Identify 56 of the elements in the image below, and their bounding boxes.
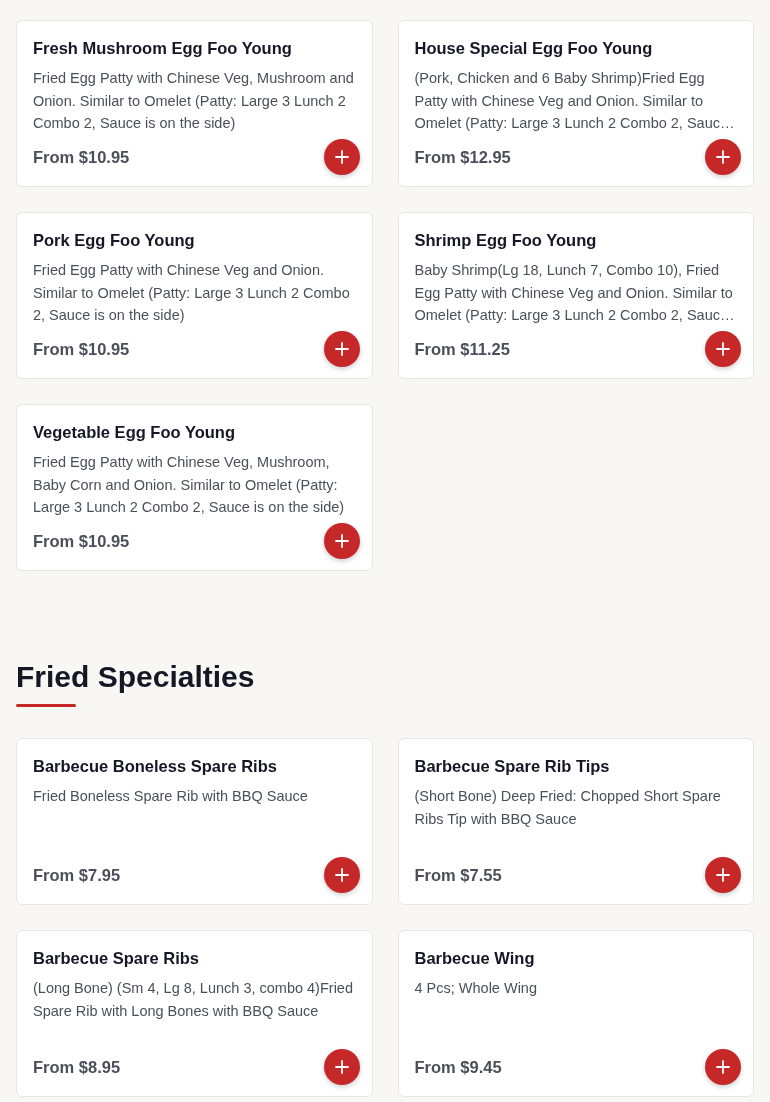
add-button[interactable] <box>705 139 741 175</box>
add-button[interactable] <box>323 523 360 559</box>
item-price: From $11.25 <box>414 339 510 359</box>
item-description: 4 Pcs; Whole Wing <box>414 979 538 998</box>
item-name: Barbecue Boneless Spare Ribs <box>33 756 278 777</box>
plus-icon <box>716 868 730 882</box>
add-button[interactable] <box>705 331 741 367</box>
menu-item-card[interactable]: Shrimp Egg Foo Young Baby Shrimp(Lg 18, Lunch 7, Combo 10), Fried Egg Patty with Chinese Veg and Onion. Similar to Omelet (Patty: Large 3 Lunch 2 Combo 2, Sauc… From $11.25 <box>397 212 754 379</box>
item-name: House Special Egg Foo Young <box>414 38 654 59</box>
plus-icon <box>716 1060 730 1074</box>
item-price: From $10.95 <box>33 147 130 167</box>
item-description: Fried Boneless Spare Rib with BBQ Sauce <box>33 787 309 806</box>
plus-icon <box>334 342 349 356</box>
heading-underline <box>16 704 76 707</box>
item-description: Baby Shrimp(Lg 18, Lunch 7, Combo 10), Fried Egg Patty with Chinese Veg and Onion. Similar to Omelet (Patty: Large 3 Lunch 2 Combo 2, Sauc… <box>414 261 736 325</box>
item-price: From $9.45 <box>414 1057 502 1077</box>
item-description: (Long Bone) (Sm 4, Lg 8, Lunch 3, combo 4)Fried Spare Rib with Long Bones with BBQ Sauce <box>33 979 354 1021</box>
item-name: Barbecue Spare Rib Tips <box>414 756 611 777</box>
plus-icon <box>334 150 349 164</box>
add-button[interactable] <box>323 1049 360 1085</box>
item-description: Fried Egg Patty with Chinese Veg and Onion. Similar to Omelet (Patty: Large 3 Lunch 2 Combo 2, Sauce is on the side) <box>33 261 351 325</box>
section-heading: Fried Specialties <box>16 659 256 695</box>
item-price: From $7.55 <box>414 865 502 885</box>
menu-item-card[interactable]: Pork Egg Foo Young Fried Egg Patty with Chinese Veg and Onion. Similar to Omelet (Patty: Large 3 Lunch 2 Combo 2, Sauce is on the side) From $10.95 <box>16 212 373 379</box>
item-description: Fried Egg Patty with Chinese Veg, Mushroom and Onion. Similar to Omelet (Patty: Large 3 Lunch 2 Combo 2, Sauce is on the side) <box>33 69 355 133</box>
menu-item-card[interactable]: Fresh Mushroom Egg Foo Young Fried Egg Patty with Chinese Veg, Mushroom and Onion. Similar to Omelet (Patty: Large 3 Lunch 2 Combo 2, Sauce is on the side) From $10.95 <box>16 20 373 187</box>
item-name: Fresh Mushroom Egg Foo Young <box>33 38 293 59</box>
item-price: From $10.95 <box>33 531 130 551</box>
item-name: Pork Egg Foo Young <box>33 230 196 251</box>
item-name: Barbecue Wing <box>414 948 536 969</box>
item-price: From $12.95 <box>414 147 511 167</box>
item-name: Vegetable Egg Foo Young <box>33 422 236 443</box>
plus-icon <box>716 342 730 356</box>
menu-item-card[interactable]: Vegetable Egg Foo Young Fried Egg Patty with Chinese Veg, Mushroom, Baby Corn and Onion. Similar to Omelet (Patty: Large 3 Lunch 2 Combo 2, Sauce is on the side) From $10.95 <box>16 404 373 571</box>
item-price: From $8.95 <box>33 1057 121 1077</box>
plus-icon <box>716 150 730 164</box>
item-price: From $7.95 <box>33 865 121 885</box>
item-name: Barbecue Spare Ribs <box>33 948 200 969</box>
item-price: From $10.95 <box>33 339 130 359</box>
menu-item-card[interactable]: Barbecue Spare Rib Tips (Short Bone) Deep Fried: Chopped Short Spare Ribs Tip with BBQ Sauce From $7.55 <box>397 738 754 905</box>
item-description: (Short Bone) Deep Fried: Chopped Short Spare Ribs Tip with BBQ Sauce <box>414 787 722 829</box>
item-description: Fried Egg Patty with Chinese Veg, Mushroom, Baby Corn and Onion. Similar to Omelet (Patty: Large 3 Lunch 2 Combo 2, Sauce is on the side) <box>33 453 346 517</box>
menu-item-card[interactable]: Barbecue Spare Ribs (Long Bone) (Sm 4, Lg 8, Lunch 3, combo 4)Fried Spare Rib with Long Bones with BBQ Sauce From $8.95 <box>16 930 373 1097</box>
item-name: Shrimp Egg Foo Young <box>414 230 598 251</box>
menu-item-card[interactable]: Barbecue Boneless Spare Ribs Fried Boneless Spare Rib with BBQ Sauce From $7.95 <box>16 738 373 905</box>
plus-icon <box>334 1060 349 1074</box>
menu-item-card[interactable]: House Special Egg Foo Young (Pork, Chicken and 6 Baby Shrimp)Fried Egg Patty with Chinese Veg and Onion. Similar to Omelet (Patty: Large 3 Lunch 2 Combo 2, Sauc… From $12.95 <box>397 20 754 187</box>
add-button[interactable] <box>323 139 360 175</box>
add-button[interactable] <box>705 857 741 893</box>
item-description: (Pork, Chicken and 6 Baby Shrimp)Fried Egg Patty with Chinese Veg and Onion. Similar to Omelet (Patty: Large 3 Lunch 2 Combo 2, Sauc… <box>414 69 736 133</box>
add-button[interactable] <box>323 857 360 893</box>
plus-icon <box>334 868 349 882</box>
menu-item-card[interactable]: Barbecue Wing 4 Pcs; Whole Wing From $9.45 <box>397 930 754 1097</box>
add-button[interactable] <box>323 331 360 367</box>
add-button[interactable] <box>705 1049 741 1085</box>
plus-icon <box>334 534 349 548</box>
